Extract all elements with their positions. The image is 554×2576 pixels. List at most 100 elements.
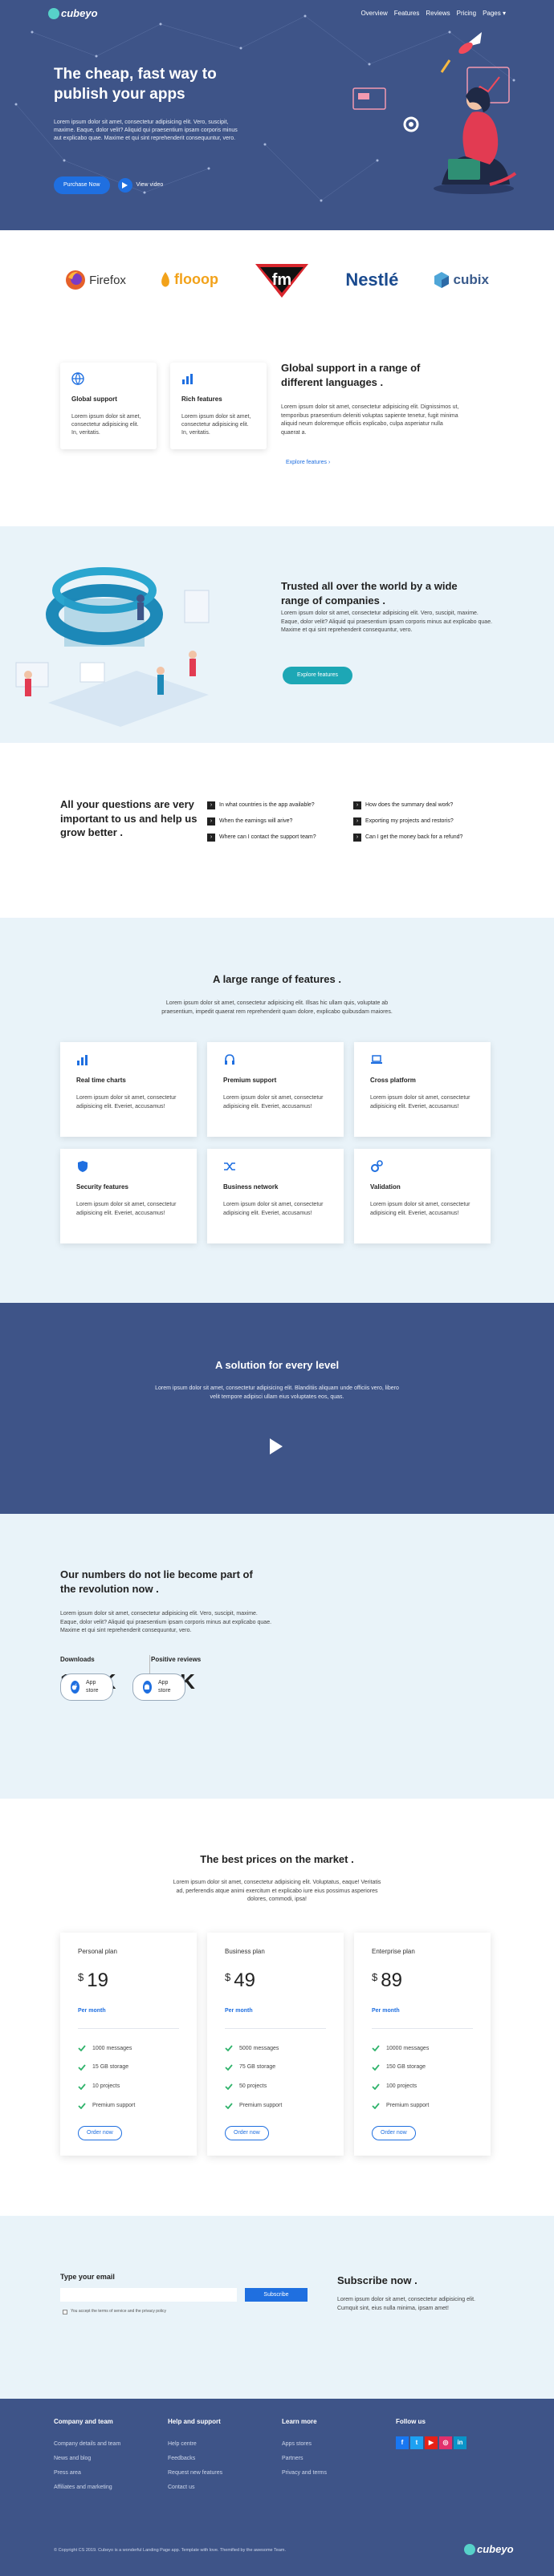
pricing-card-enterprise: Enterprise plan $89 Per month 10000 mess… — [354, 1933, 491, 2156]
amount: 19 — [87, 1970, 108, 1992]
currency: $ — [225, 1971, 231, 1984]
copyright-text: © Copyright CS 2019. Cubeyo is a wonderf… — [54, 2548, 286, 2553]
hero-section: cubeyo Overview Features Reviews Pricing… — [0, 0, 554, 230]
footer-link[interactable]: Company details and team — [54, 2440, 120, 2448]
footer-link[interactable]: Request new features — [168, 2469, 222, 2477]
chevron-right-icon: › — [207, 834, 215, 842]
card-title: Cross platform — [370, 1077, 416, 1084]
faq-item[interactable]: › Where can I contact the support team? — [207, 834, 316, 842]
card-title: Security features — [76, 1183, 128, 1191]
brand-cubix: cubix — [433, 270, 489, 290]
brand-flooop: flooop — [160, 270, 218, 290]
instagram-icon[interactable]: ◎ — [439, 2436, 452, 2449]
card-global-support: Global support Lorem ipsum dolor sit ame… — [60, 363, 157, 449]
faq-item[interactable]: › In what countries is the app available? — [207, 801, 315, 809]
features-title: A large range of features . — [213, 973, 341, 985]
plan-feature-text: 15 GB storage — [92, 2064, 129, 2071]
footer-logo[interactable]: cubeyo — [464, 2542, 514, 2557]
twitter-icon[interactable]: t — [410, 2436, 423, 2449]
feature-card-validation: Validation Lorem ipsum dolor sit amet, c… — [354, 1149, 491, 1243]
footer: Company and team Company details and tea… — [0, 2399, 554, 2576]
footer-link[interactable]: Affiliates and marketing — [54, 2484, 112, 2492]
footer-link[interactable]: Privacy and terms — [282, 2469, 327, 2477]
facebook-icon[interactable]: f — [396, 2436, 409, 2449]
store-label: App store — [85, 1680, 99, 1694]
plan-feature: 75 GB storage — [225, 2063, 326, 2071]
faq-question: Where can I contact the support team? — [219, 834, 316, 841]
video-section: A solution for every level Lorem ipsum d… — [0, 1303, 554, 1514]
globe-icon — [71, 372, 84, 385]
logo-mark-icon — [48, 8, 59, 19]
chevron-right-icon: › — [207, 817, 215, 826]
divider — [78, 2027, 179, 2029]
app-store-button-apple[interactable]: App store — [60, 1673, 113, 1701]
card-text: Lorem ipsum dolor sit amet, consectetur … — [370, 1202, 470, 1216]
footer-link[interactable]: News and blog — [54, 2455, 91, 2463]
faq-section: All your questions are very important to… — [0, 743, 554, 918]
plan-feature: 5000 messages — [225, 2045, 326, 2053]
amount: 89 — [381, 1970, 402, 1992]
subscribe-button[interactable]: Subscribe — [245, 2288, 308, 2302]
faq-question: Can I get the money back for a refund? — [365, 834, 463, 841]
terms-consent[interactable]: You accept the terms of service and the … — [63, 2309, 166, 2314]
footer-link[interactable]: Apps stores — [282, 2440, 312, 2448]
plan-feature: Premium support — [225, 2102, 326, 2110]
cube-icon — [434, 271, 449, 288]
trusted-title: Trusted all over the world by a wide ran… — [281, 580, 458, 606]
explore-features-label: Explore features — [286, 460, 327, 465]
purchase-now-button[interactable]: Purchase Now — [54, 176, 110, 194]
linkedin-icon[interactable]: in — [454, 2436, 466, 2449]
explore-features-link[interactable]: Explore features › — [286, 459, 330, 467]
plan-feature-text: Premium support — [92, 2102, 136, 2108]
app-store-button-android[interactable]: App store — [132, 1673, 185, 1701]
brands-strip: Firefox flooop fm Nestlé cubix — [0, 230, 554, 330]
plan-feature-text: 1000 messages — [92, 2045, 132, 2051]
android-icon — [143, 1680, 152, 1694]
email-label: Type your email — [60, 2273, 115, 2281]
faq-item[interactable]: › How does the summary deal work? — [353, 801, 453, 809]
card-title: Premium support — [223, 1077, 277, 1084]
footer-link[interactable]: Feedbacks — [168, 2455, 195, 2463]
plan-feature: 10000 messages — [372, 2045, 473, 2053]
footer-link[interactable]: Help centre — [168, 2440, 197, 2448]
plan-name: Personal plan — [78, 1948, 117, 1955]
check-icon — [78, 2083, 86, 2091]
view-video-link[interactable]: View video — [117, 177, 163, 193]
trusted-text: Lorem ipsum dolor sit amet, consectetur … — [281, 611, 493, 633]
faq-item[interactable]: › Exporting my projects and restoris? — [353, 817, 454, 826]
stat-label-downloads: Downloads — [60, 1656, 95, 1663]
order-now-button[interactable]: Order now — [225, 2125, 269, 2140]
consent-checkbox[interactable] — [63, 2309, 67, 2314]
hero-illustration — [352, 32, 517, 194]
email-input[interactable] — [60, 2288, 237, 2302]
footer-link[interactable]: Press area — [54, 2469, 81, 2477]
consent-text: You accept the terms of service and the … — [71, 2309, 167, 2314]
order-now-button[interactable]: Order now — [78, 2125, 122, 2140]
plan-feature-text: 10 projects — [92, 2083, 120, 2090]
play-video-button[interactable] — [268, 1438, 284, 1455]
order-now-button[interactable]: Order now — [372, 2125, 416, 2140]
plan-feature-text: 5000 messages — [239, 2045, 279, 2051]
card-title: Real time charts — [76, 1077, 126, 1084]
brand-firefox: Firefox — [65, 270, 126, 290]
chevron-right-icon: › — [328, 460, 331, 465]
faq-item[interactable]: › When the earnings will arive? — [207, 817, 292, 826]
youtube-icon[interactable]: ▶ — [425, 2436, 438, 2449]
check-icon — [78, 2103, 86, 2109]
plan-feature: 1000 messages — [78, 2045, 179, 2053]
footer-link[interactable]: Partners — [282, 2455, 303, 2463]
faq-item[interactable]: › Can I get the money back for a refund? — [353, 834, 462, 842]
footer-col-title: Learn more — [282, 2418, 317, 2425]
numbers-text: Lorem ipsum dolor sit amet, consectetur … — [60, 1611, 272, 1633]
card-text: Lorem ipsum dolor sit amet, consectetur … — [223, 1202, 324, 1216]
footer-link[interactable]: Contact us — [168, 2484, 194, 2492]
card-text: Lorem ipsum dolor sit amet, consectetur … — [223, 1095, 324, 1110]
explore-features-button[interactable]: Explore features — [283, 667, 352, 684]
chevron-right-icon: › — [353, 801, 361, 809]
logo[interactable]: cubeyo — [48, 6, 98, 21]
pricing-card-business: Business plan $49 Per month 5000 message… — [207, 1933, 344, 2156]
rocket-icon — [440, 32, 482, 73]
check-icon — [225, 2103, 233, 2109]
faq-question: In what countries is the app available? — [219, 802, 315, 809]
numbers-section: Our numbers do not lie become part of th… — [0, 1514, 554, 1799]
